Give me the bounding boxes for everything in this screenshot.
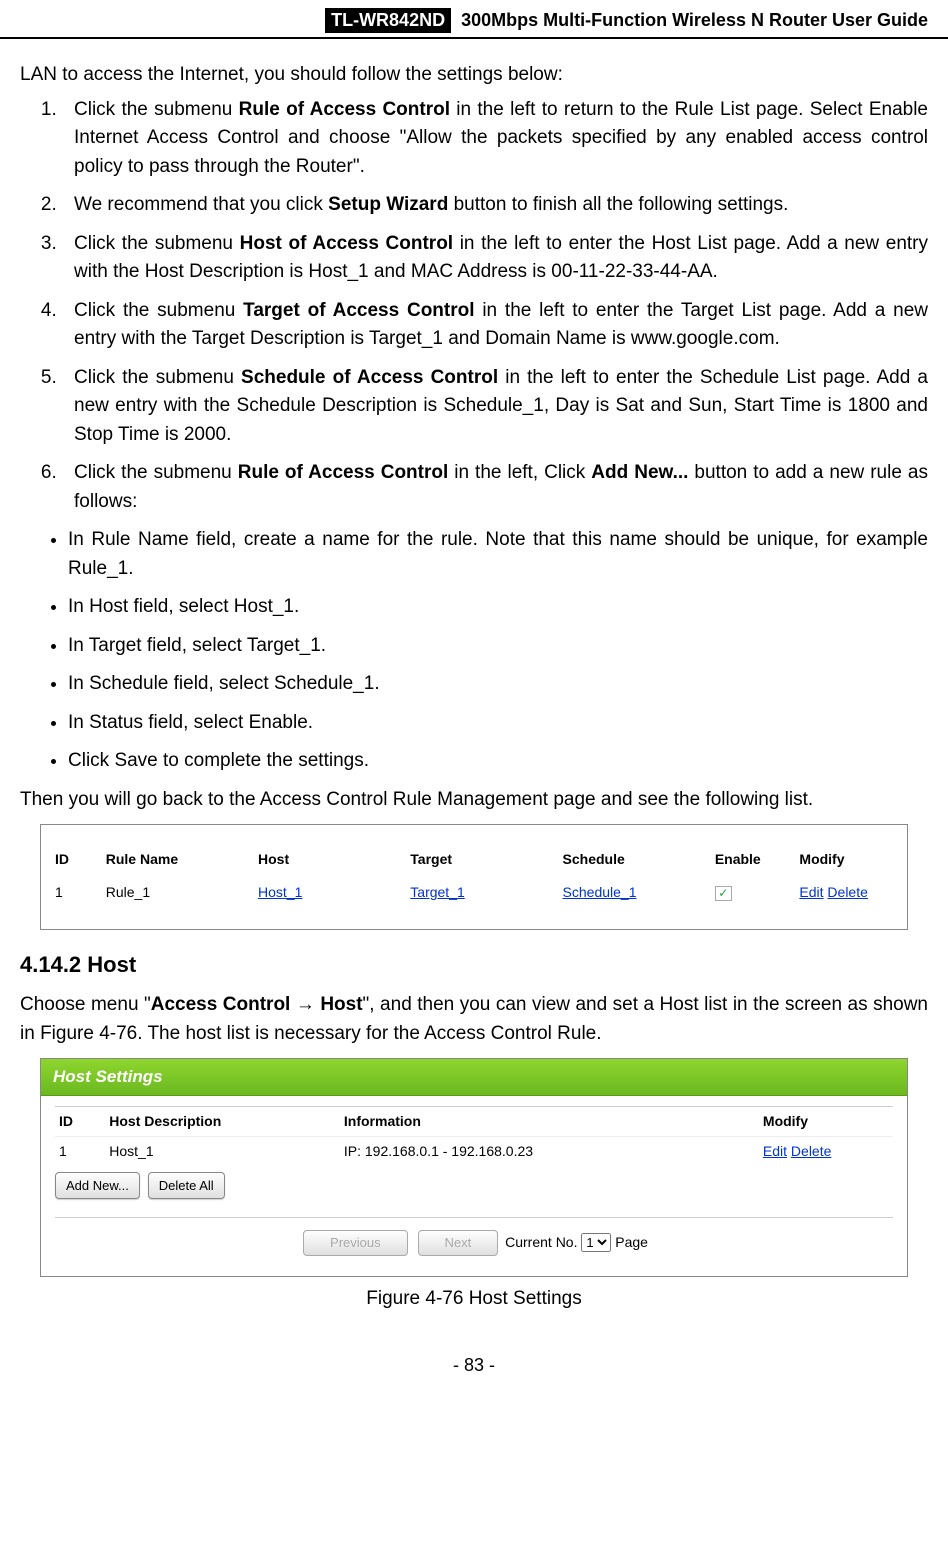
enable-check-icon[interactable]: ✓ (715, 886, 732, 901)
col-host: Host (254, 843, 406, 876)
cell-modify: Edit Delete (759, 1136, 893, 1166)
step-3: Click the submenu Host of Access Control… (62, 230, 928, 287)
host-table-row: 1 Host_1 IP: 192.168.0.1 - 192.168.0.23 … (55, 1136, 893, 1166)
intro-paragraph: LAN to access the Internet, you should f… (20, 61, 928, 90)
bullet-1: In Rule Name field, create a name for th… (68, 526, 928, 583)
host-table-header-row: ID Host Description Information Modify (55, 1106, 893, 1136)
bullet-4: In Schedule field, select Schedule_1. (68, 670, 928, 699)
cell-enable: ✓ (711, 876, 796, 909)
col-id: ID (55, 1106, 105, 1136)
cell-rule-name: Rule_1 (102, 876, 254, 909)
step-1: Click the submenu Rule of Access Control… (62, 96, 928, 182)
col-modify: Modify (795, 843, 897, 876)
step-6: Click the submenu Rule of Access Control… (62, 459, 928, 516)
bullet-2: In Host field, select Host_1. (68, 593, 928, 622)
bullet-5: In Status field, select Enable. (68, 709, 928, 738)
steps-list: Click the submenu Rule of Access Control… (20, 96, 928, 517)
edit-link[interactable]: Edit (799, 884, 823, 900)
col-id: ID (51, 843, 102, 876)
rule-management-screenshot: ID Rule Name Host Target Schedule Enable… (40, 824, 908, 930)
figure-caption: Figure 4-76 Host Settings (20, 1285, 928, 1314)
page-select[interactable]: 1 (581, 1233, 611, 1252)
cell-schedule: Schedule_1 (559, 876, 711, 909)
schedule-link[interactable]: Schedule_1 (563, 884, 637, 900)
page-header: TL-WR842ND 300Mbps Multi-Function Wirele… (0, 0, 948, 39)
bullet-6: Click Save to complete the settings. (68, 747, 928, 776)
host-settings-screenshot: Host Settings ID Host Description Inform… (40, 1058, 908, 1277)
host-edit-link[interactable]: Edit (763, 1143, 787, 1159)
cell-info: IP: 192.168.0.1 - 192.168.0.23 (340, 1136, 759, 1166)
host-table: ID Host Description Information Modify 1… (55, 1106, 893, 1166)
rule-table-row: 1 Rule_1 Host_1 Target_1 Schedule_1 ✓ Ed… (51, 876, 897, 909)
section-heading: 4.14.2 Host (20, 948, 928, 981)
model-badge: TL-WR842ND (325, 8, 451, 33)
previous-button[interactable]: Previous (303, 1230, 408, 1256)
after-steps-paragraph: Then you will go back to the Access Cont… (20, 786, 928, 815)
pager-label-current: Current No. (505, 1234, 577, 1250)
col-enable: Enable (711, 843, 796, 876)
page-content: LAN to access the Internet, you should f… (0, 39, 948, 1337)
delete-link[interactable]: Delete (827, 884, 867, 900)
col-host-desc: Host Description (105, 1106, 340, 1136)
cell-desc: Host_1 (105, 1136, 340, 1166)
pager: Previous Next Current No. 1 Page (55, 1217, 893, 1256)
host-settings-title-bar: Host Settings (41, 1059, 907, 1096)
cell-id: 1 (51, 876, 102, 909)
section-paragraph: Choose menu "Access Control → Host", and… (20, 991, 928, 1048)
rule-table: ID Rule Name Host Target Schedule Enable… (51, 843, 897, 909)
cell-id: 1 (55, 1136, 105, 1166)
rule-table-header-row: ID Rule Name Host Target Schedule Enable… (51, 843, 897, 876)
page-footer: - 83 - (0, 1337, 948, 1394)
step-2: We recommend that you click Setup Wizard… (62, 191, 928, 220)
add-new-button[interactable]: Add New... (55, 1172, 140, 1200)
target-link[interactable]: Target_1 (410, 884, 464, 900)
host-link[interactable]: Host_1 (258, 884, 302, 900)
cell-target: Target_1 (406, 876, 558, 909)
step-4: Click the submenu Target of Access Contr… (62, 297, 928, 354)
col-schedule: Schedule (559, 843, 711, 876)
pager-label-page: Page (615, 1234, 648, 1250)
next-button[interactable]: Next (418, 1230, 499, 1256)
cell-host: Host_1 (254, 876, 406, 909)
col-rule-name: Rule Name (102, 843, 254, 876)
host-delete-link[interactable]: Delete (791, 1143, 831, 1159)
step-5: Click the submenu Schedule of Access Con… (62, 364, 928, 450)
bullet-3: In Target field, select Target_1. (68, 632, 928, 661)
cell-modify: Edit Delete (795, 876, 897, 909)
sub-bullets: In Rule Name field, create a name for th… (20, 526, 928, 776)
guide-title: 300Mbps Multi-Function Wireless N Router… (461, 10, 928, 31)
delete-all-button[interactable]: Delete All (148, 1172, 225, 1200)
col-target: Target (406, 843, 558, 876)
col-info: Information (340, 1106, 759, 1136)
col-modify: Modify (759, 1106, 893, 1136)
